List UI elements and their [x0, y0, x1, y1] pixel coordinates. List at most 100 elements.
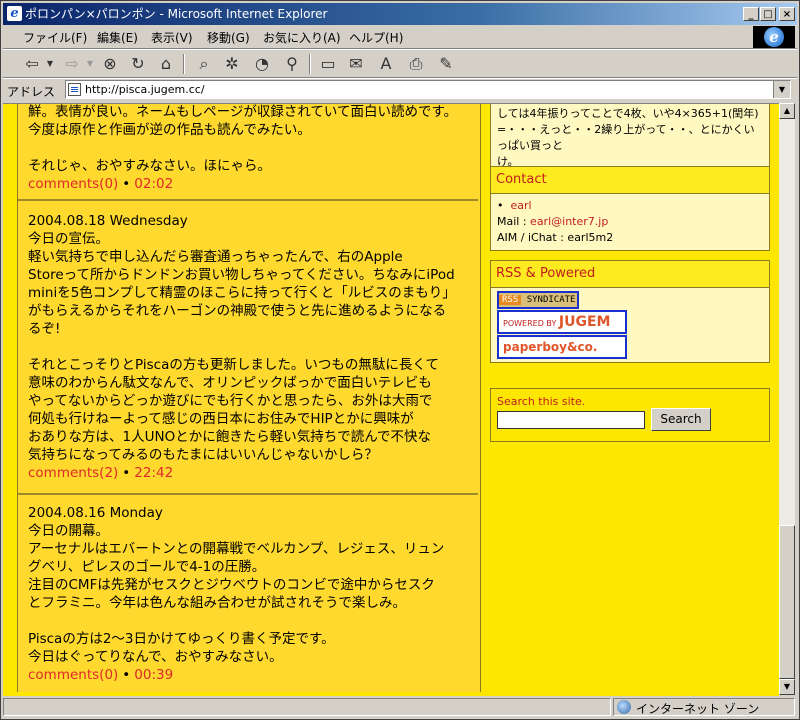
entry-line: 鮮。表情が良い。ネームもしページが収録されていて面白い読めです。 [28, 104, 458, 120]
toolbar: ⇦ ▼ ⇨ ▼ ⊗ ↻ ⌂ ⌕ ✲ ◔ ⚲ ▭ ✉ A ⎙ ✎ [3, 51, 797, 77]
entry-line: がもらえるからそれをハーゴンの神殿で使うと先に進めるようになる [28, 303, 447, 319]
contact-name-row: • earl [497, 198, 763, 214]
menu-favorites[interactable]: お気に入り(A) [263, 29, 341, 46]
contact-name-link[interactable]: earl [511, 199, 532, 212]
toolbar-separator [309, 54, 311, 74]
address-dropdown-icon[interactable]: ▼ [773, 81, 790, 98]
entry-line [28, 338, 478, 356]
rss-syndicate-badge[interactable]: RSS SYNDICATE [497, 291, 579, 309]
fullscreen-icon[interactable]: ▭ [317, 53, 339, 75]
status-bar: インターネット ゾーン [3, 697, 797, 717]
rss-box: RSS & Powered RSS SYNDICATE POWERED BY J… [490, 260, 770, 363]
entry: 2004.08.16 Monday 今日の開幕。 アーセナルはエバートンとの開幕… [18, 504, 478, 684]
home-icon[interactable]: ⌂ [155, 53, 177, 75]
jugem-label: JUGEM [558, 314, 611, 330]
address-url: http://pisca.jugem.cc/ [85, 83, 205, 96]
toolbar-separator [183, 54, 185, 74]
bullet: • [122, 176, 131, 192]
search-input[interactable] [497, 411, 645, 429]
permalink-time[interactable]: 22:42 [134, 465, 173, 481]
entry-line: るぞ! [28, 321, 61, 337]
entry-line: グベリ、ピレスのゴールで4-1の圧勝。 [28, 559, 266, 575]
print-icon[interactable]: ⎙ [405, 53, 427, 75]
ie-logo-icon: e [7, 6, 22, 21]
entry-divider [18, 493, 478, 495]
search-icon[interactable]: ⌕ [193, 53, 215, 75]
permalink-time[interactable]: 00:39 [134, 667, 173, 683]
search-button[interactable]: Search [651, 408, 711, 431]
address-bar: アドレス http://pisca.jugem.cc/ ▼ [3, 79, 797, 101]
sidebar-top-body: しては4年振りってことで4枚、いや4×365+1(閏年) =・・・えっと・・2繰… [491, 104, 769, 173]
minimize-button[interactable]: _ [743, 7, 759, 21]
close-button[interactable]: × [779, 7, 795, 21]
entry-line: 今日の宣伝。 [28, 231, 109, 247]
menu-bar: ファイル(F) 編集(E) 表示(V) 移動(G) お気に入り(A) ヘルプ(H… [3, 27, 751, 47]
entry-line: とフラミニ。今年は色んな組み合わせが試されそうで楽しみ。 [28, 595, 406, 611]
channels-icon[interactable]: ⚲ [281, 53, 303, 75]
ie-throbber: e [753, 26, 795, 50]
permalink-time[interactable]: 02:02 [134, 176, 173, 192]
menu-go[interactable]: 移動(G) [207, 29, 250, 46]
scroll-thumb[interactable] [779, 525, 795, 679]
entry-line: それとこっそりとPiscaの方も更新しました。いつもの無駄に長くて [28, 357, 439, 373]
rss-title: RSS & Powered [491, 261, 769, 288]
entry-line: 意味のわからん駄文なんで、オリンピックばっかで面白いテレビも [28, 375, 432, 391]
favorites-icon[interactable]: ✲ [221, 53, 243, 75]
comments-link[interactable]: comments(2) [28, 465, 118, 481]
jugem-badge[interactable]: POWERED BY JUGEM [497, 310, 627, 334]
search-label: Search this site. [497, 395, 586, 408]
entry-line: Piscaの方は2〜3日かけてゆっくり書く予定です。 [28, 631, 335, 647]
contact-box: Contact • earl Mail : earl@inter7.jp AIM… [490, 166, 770, 251]
forward-dropdown-icon[interactable]: ▼ [79, 53, 101, 75]
contact-mail-link[interactable]: earl@inter7.jp [530, 215, 608, 228]
back-dropdown-icon[interactable]: ▼ [39, 53, 61, 75]
menu-edit[interactable]: 編集(E) [97, 29, 138, 46]
refresh-icon[interactable]: ↻ [127, 53, 149, 75]
menu-file[interactable]: ファイル(F) [23, 29, 87, 46]
comments-link[interactable]: comments(0) [28, 667, 118, 683]
address-input[interactable]: http://pisca.jugem.cc/ ▼ [65, 80, 791, 99]
syndicate-badge-label: SYNDICATE [526, 295, 576, 305]
separator [3, 48, 797, 50]
entry-line: それじゃ、おやすみなさい。ほにゃら。 [28, 158, 271, 174]
comments-link[interactable]: comments(0) [28, 176, 118, 192]
entry-line [28, 612, 478, 630]
entry-line: 今度は原作と作画が逆の作品も読んでみたい。 [28, 122, 311, 138]
entry-line: miniを5色コンプして精霊のほこらに持って行くと「ルビスのまもり」 [28, 285, 456, 301]
entry-line: 注目のCMFは先発がセスクとジウベウトのコンビで途中からセスク [28, 577, 435, 593]
entry-line: 軽い気持ちで申し込んだら審査通っちゃったんで、右のApple [28, 249, 403, 265]
entry-meta: comments(0) • 00:39 [28, 666, 478, 684]
maximize-button[interactable]: □ [760, 7, 776, 21]
entry-divider [18, 199, 478, 201]
entry-line: おありな方は、1人UNOとかに飽きたら軽い気持ちで読んで不快な [28, 429, 432, 445]
sidebar-line: しては4年振りってことで4枚、いや4×365+1(閏年) [497, 107, 759, 120]
menu-help[interactable]: ヘルプ(H) [349, 29, 403, 46]
menu-view[interactable]: 表示(V) [151, 29, 193, 46]
vertical-scrollbar[interactable]: ▲ ▼ [779, 103, 795, 695]
bullet: • [122, 465, 131, 481]
entry-line [28, 139, 478, 157]
entry-date: 2004.08.18 Wednesday [28, 213, 188, 229]
entry-line: 何処も行けねーよって感じの西日本にお住みでHIPとかに興味が [28, 411, 414, 427]
history-icon[interactable]: ◔ [251, 53, 273, 75]
contact-title: Contact [491, 167, 769, 194]
font-size-icon[interactable]: A [375, 53, 397, 75]
scroll-up-icon[interactable]: ▲ [779, 103, 795, 119]
page-content: 鮮。表情が良い。ネームもしページが収録されていて面白い読めです。 今度は原作と作… [3, 103, 779, 696]
address-label: アドレス [7, 85, 56, 99]
stop-icon[interactable]: ⊗ [99, 53, 121, 75]
title-bar: e ポロンパン×パロンポン - Microsoft Internet Explo… [3, 3, 797, 25]
entry-line: Storeって所からドンドンお買い物しちゃってください。ちなみにiPod [28, 267, 455, 283]
entry-line: 気持ちになってみるのもたまにはいいんじゃないかしら？ [28, 447, 378, 463]
contact-body: • earl Mail : earl@inter7.jp AIM / iChat… [491, 194, 769, 250]
zone-label: インターネット ゾーン [636, 702, 760, 716]
status-zone: インターネット ゾーン [613, 698, 795, 716]
mail-icon[interactable]: ✉ [345, 53, 367, 75]
browser-window: e ポロンパン×パロンポン - Microsoft Internet Explo… [0, 0, 800, 720]
entry-line: やってないからどっか遊びにでも行くかと思ったら、お外は大雨で [28, 393, 433, 409]
paperboy-badge[interactable]: paperboy&co. [497, 335, 627, 359]
scroll-down-icon[interactable]: ▼ [779, 679, 795, 695]
sidebar-top-box: しては4年振りってことで4枚、いや4×365+1(閏年) =・・・えっと・・2繰… [490, 104, 770, 174]
entry: 2004.08.18 Wednesday 今日の宣伝。 軽い気持ちで申し込んだら… [18, 212, 478, 482]
edit-icon[interactable]: ✎ [435, 53, 457, 75]
